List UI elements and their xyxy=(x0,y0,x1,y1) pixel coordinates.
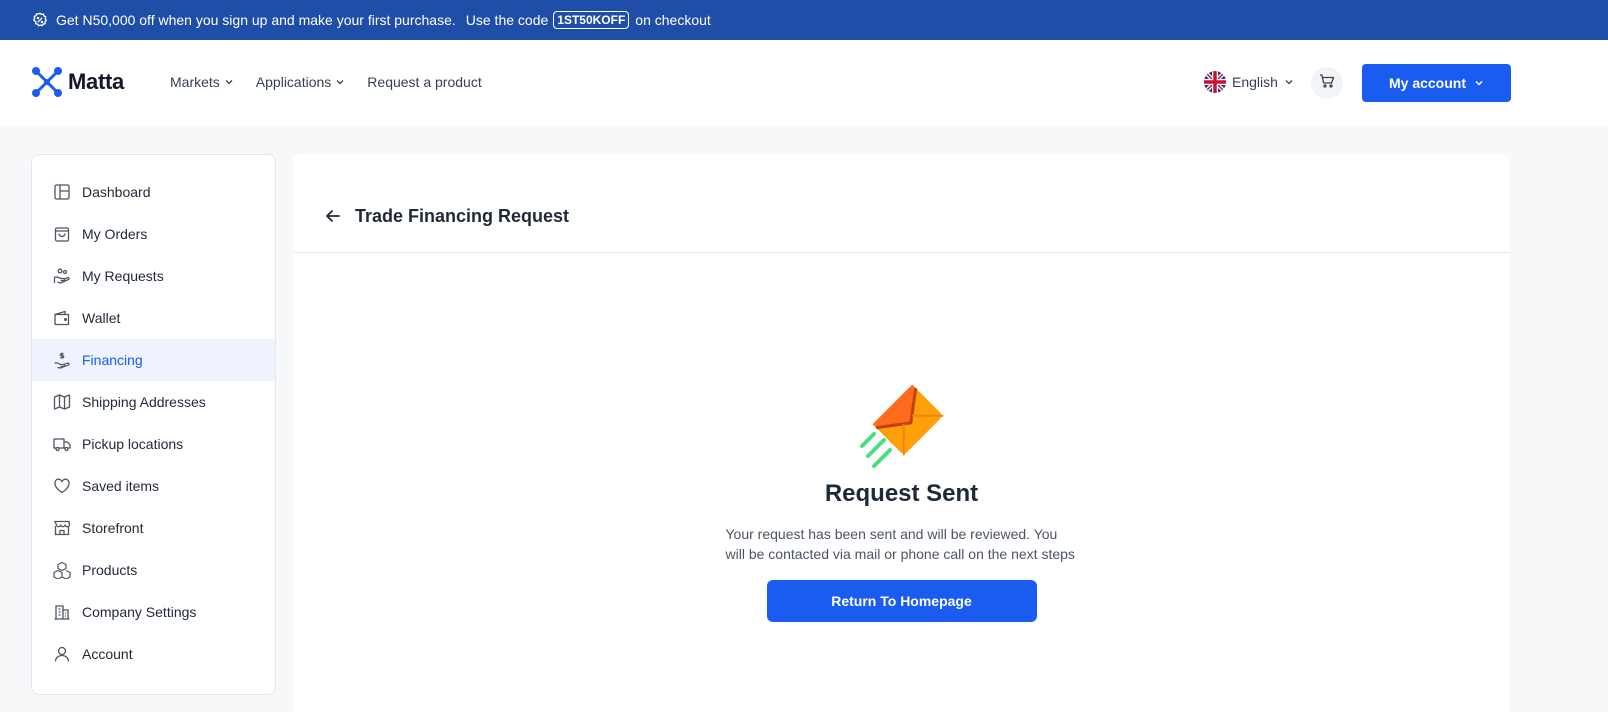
hand-request-icon xyxy=(52,266,72,286)
promo-code-prefix: Use the code xyxy=(465,12,549,28)
sidebar-item-account[interactable]: Account xyxy=(32,633,275,675)
return-to-homepage-button[interactable]: Return To Homepage xyxy=(766,580,1037,622)
sidebar-item-saved-items[interactable]: Saved items xyxy=(32,465,275,507)
badge-discount-icon xyxy=(32,12,48,28)
cart-icon xyxy=(1319,73,1335,94)
main-nav: Markets Applications Request a product xyxy=(170,74,482,90)
nav-label: Markets xyxy=(170,74,220,90)
shopping-bag-icon xyxy=(52,224,72,244)
sidebar-item-label: Pickup locations xyxy=(82,436,184,452)
nav-label: Applications xyxy=(255,74,332,90)
sidebar-item-my-requests[interactable]: My Requests xyxy=(32,255,275,297)
page-title: Trade Financing Request xyxy=(355,205,570,226)
nav-label: Request a product xyxy=(367,74,482,90)
flying-envelope-icon xyxy=(854,380,950,476)
language-selector[interactable]: English xyxy=(1204,71,1294,93)
sidebar-item-label: Storefront xyxy=(82,520,144,536)
main-panel: Trade Financing Request Request Sent You… xyxy=(293,154,1510,712)
matta-logo[interactable]: Matta xyxy=(30,65,124,99)
truck-icon xyxy=(52,434,72,454)
promo-code-suffix: on checkout xyxy=(635,12,711,28)
success-message: Your request has been sent and will be r… xyxy=(725,526,1075,562)
nav-applications[interactable]: Applications xyxy=(256,74,346,90)
promo-bar: Get N50,000 off when you sign up and mak… xyxy=(0,0,1608,40)
boxes-icon xyxy=(52,560,72,580)
cart-button[interactable] xyxy=(1311,67,1343,99)
sidebar-item-label: Shipping Addresses xyxy=(82,394,206,410)
top-header: Matta Markets Applications Request a pro… xyxy=(0,40,1608,126)
my-account-button[interactable]: My account xyxy=(1362,64,1511,102)
user-icon xyxy=(52,644,72,664)
sidebar-item-label: My Orders xyxy=(82,226,148,242)
sidebar-item-products[interactable]: Products xyxy=(32,549,275,591)
matta-logo-icon xyxy=(32,67,62,97)
sidebar-item-label: Financing xyxy=(82,352,143,368)
sidebar-item-label: Products xyxy=(82,562,138,578)
wallet-icon xyxy=(52,308,72,328)
sidebar-item-label: Saved items xyxy=(82,478,160,494)
panel-header: Trade Financing Request xyxy=(293,154,1510,253)
hand-dollar-icon xyxy=(52,350,72,370)
uk-flag-icon xyxy=(1204,71,1226,93)
sidebar-item-label: Dashboard xyxy=(82,184,151,200)
nav-request-product[interactable]: Request a product xyxy=(367,74,481,90)
sidebar-item-wallet[interactable]: Wallet xyxy=(32,297,275,339)
building-icon xyxy=(52,602,72,622)
logo-text: Matta xyxy=(68,69,124,94)
request-sent-section: Request Sent Your request has been sent … xyxy=(293,380,1510,622)
layout-icon xyxy=(52,182,72,202)
sidebar-item-label: My Requests xyxy=(82,268,164,284)
sidebar-item-pickup-locations[interactable]: Pickup locations xyxy=(32,423,275,465)
sidebar-item-label: Wallet xyxy=(82,310,121,326)
chevron-down-icon xyxy=(224,77,234,87)
chevron-down-icon xyxy=(1474,78,1484,88)
account-sidebar: Dashboard My Orders My Requests Wallet F… xyxy=(31,154,276,695)
sidebar-item-storefront[interactable]: Storefront xyxy=(32,507,275,549)
sidebar-item-shipping-addresses[interactable]: Shipping Addresses xyxy=(32,381,275,423)
sidebar-item-my-orders[interactable]: My Orders xyxy=(32,213,275,255)
storefront-icon xyxy=(52,518,72,538)
account-label: My account xyxy=(1388,75,1466,91)
sidebar-item-company-settings[interactable]: Company Settings xyxy=(32,591,275,633)
language-label: English xyxy=(1232,74,1278,90)
chevron-down-icon xyxy=(1284,77,1294,87)
sidebar-item-financing[interactable]: Financing xyxy=(32,339,275,381)
promo-text: Get N50,000 off when you sign up and mak… xyxy=(56,12,456,28)
chevron-down-icon xyxy=(335,77,345,87)
arrow-left-icon[interactable] xyxy=(323,206,343,226)
success-title: Request Sent xyxy=(824,480,979,507)
promo-code: 1ST50KOFF xyxy=(553,11,630,29)
map-icon xyxy=(52,392,72,412)
sidebar-item-label: Company Settings xyxy=(82,604,197,620)
sidebar-item-dashboard[interactable]: Dashboard xyxy=(32,171,275,213)
heart-icon xyxy=(52,476,72,496)
sidebar-item-label: Account xyxy=(82,646,133,662)
nav-markets[interactable]: Markets xyxy=(170,74,234,90)
